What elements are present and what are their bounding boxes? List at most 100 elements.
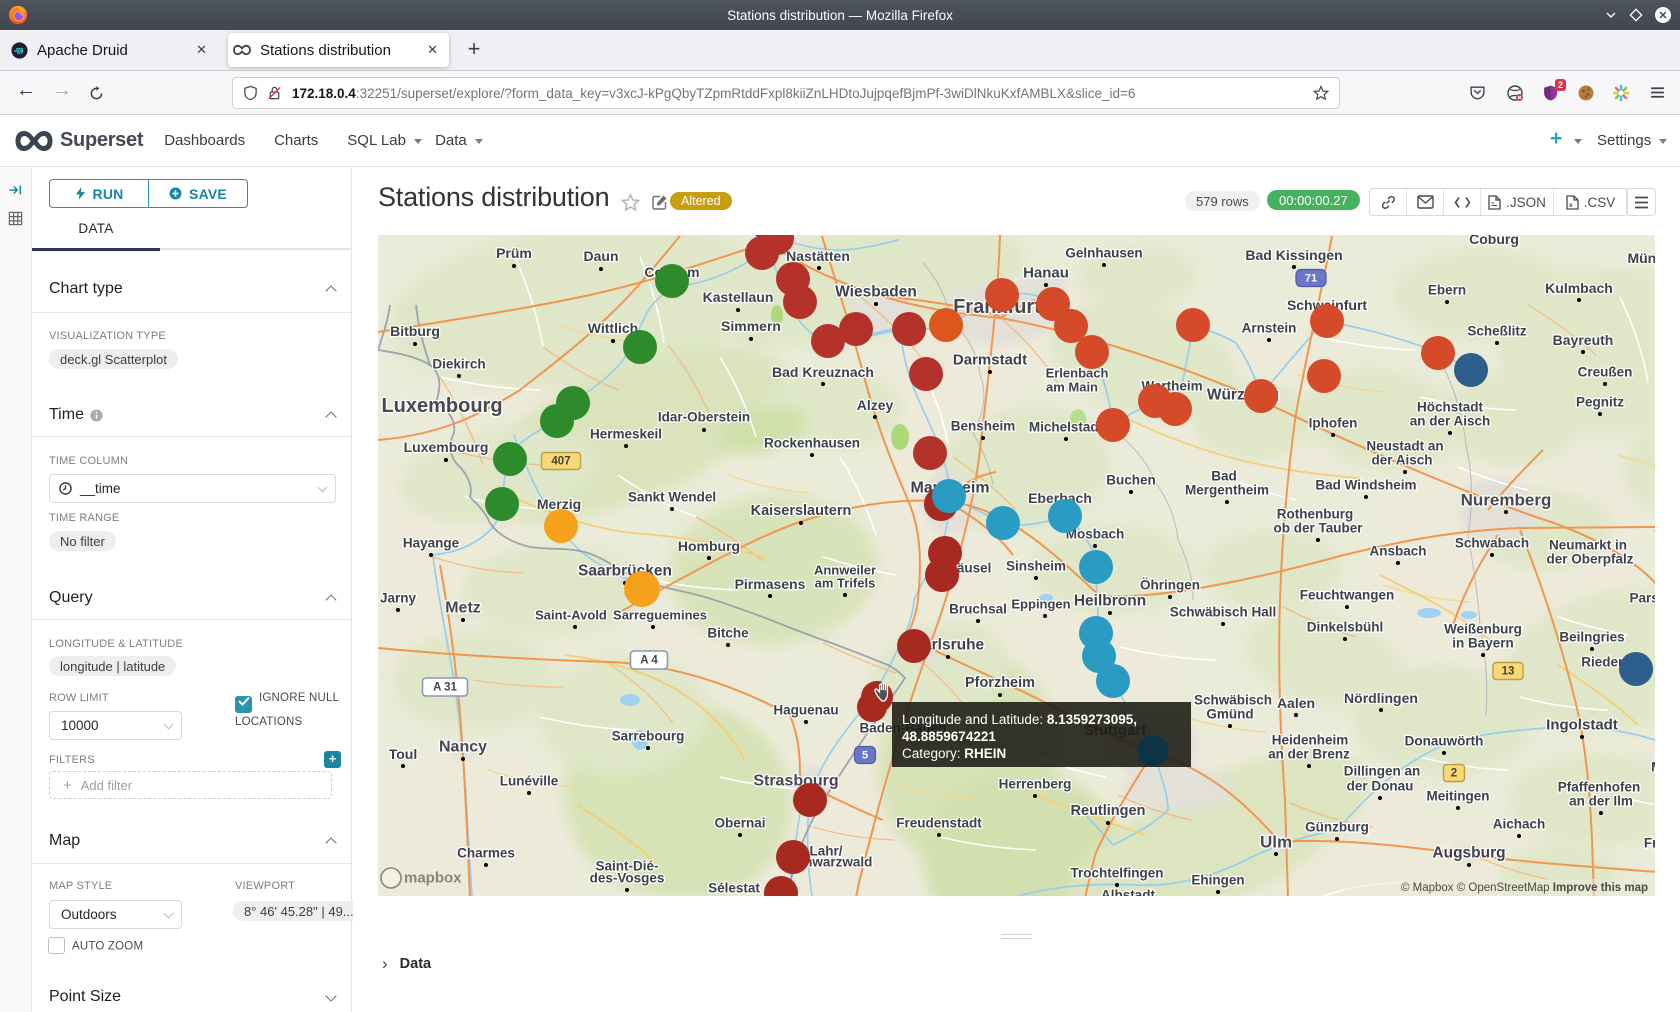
svg-text:Diekirch: Diekirch	[432, 357, 485, 372]
svg-text:Charmes: Charmes	[457, 846, 515, 861]
svg-text:Lunéville: Lunéville	[500, 774, 559, 789]
svg-text:Buchen: Buchen	[1106, 473, 1156, 488]
svg-text:Haguenau: Haguenau	[773, 703, 838, 718]
svg-text:an der Brenz: an der Brenz	[1268, 747, 1350, 762]
svg-text:A 31: A 31	[433, 682, 457, 694]
svg-text:der Donau: der Donau	[1347, 779, 1414, 794]
svg-text:Rockenhausen: Rockenhausen	[764, 436, 860, 451]
svg-text:Toul: Toul	[389, 746, 418, 762]
svg-text:Freis: Freis	[1644, 836, 1655, 851]
svg-text:Heilbronn: Heilbronn	[1074, 593, 1146, 610]
svg-text:Simmern: Simmern	[721, 318, 781, 334]
svg-text:Bruchsal: Bruchsal	[949, 602, 1007, 617]
svg-text:Obernai: Obernai	[714, 816, 765, 831]
svg-text:Jarny: Jarny	[380, 591, 417, 606]
svg-text:x: x	[1569, 202, 1573, 209]
svg-text:Kaiserslautern: Kaiserslautern	[751, 503, 852, 519]
svg-text:Dillingen an: Dillingen an	[1344, 764, 1421, 779]
svg-text:Sarreguemines: Sarreguemines	[613, 608, 707, 623]
svg-text:Nuremberg: Nuremberg	[1461, 491, 1552, 510]
svg-text:Parsbe: Parsbe	[1629, 591, 1655, 606]
svg-text:mapbox: mapbox	[404, 870, 462, 887]
svg-text:Sankt Wendel: Sankt Wendel	[628, 490, 716, 505]
svg-text:ob der Tauber: ob der Tauber	[1273, 521, 1363, 536]
svg-text:des-Vosges: des-Vosges	[590, 871, 665, 886]
svg-text:Hayange: Hayange	[403, 536, 460, 551]
svg-text:Longitude and Latitude: 8.1359: Longitude and Latitude: 8.1359273095,	[902, 712, 1137, 727]
svg-text:Bad Kissingen: Bad Kissingen	[1245, 247, 1342, 263]
svg-text:71: 71	[1305, 273, 1317, 285]
svg-text:Sinsheim: Sinsheim	[1006, 559, 1066, 574]
svg-text:Albstadt: Albstadt	[1101, 888, 1156, 897]
svg-text:Saint-Avold: Saint-Avold	[535, 608, 607, 623]
svg-text:5: 5	[862, 750, 868, 762]
svg-text:Aalen: Aalen	[1277, 695, 1315, 711]
svg-text:Luxembourg: Luxembourg	[404, 439, 489, 455]
svg-text:Schwabach: Schwabach	[1455, 536, 1529, 551]
svg-text:Aichach: Aichach	[1493, 817, 1546, 832]
svg-text:407: 407	[551, 456, 570, 468]
svg-text:Öhringen: Öhringen	[1140, 578, 1200, 593]
svg-text:Erlenbach: Erlenbach	[1046, 366, 1109, 381]
svg-text:Iphofen: Iphofen	[1309, 416, 1358, 431]
svg-text:Bad Windsheim: Bad Windsheim	[1315, 478, 1416, 493]
svg-text:Nördlingen: Nördlingen	[1344, 690, 1418, 706]
svg-text:Gelnhausen: Gelnhausen	[1065, 246, 1142, 261]
svg-text:Daun: Daun	[584, 248, 619, 264]
svg-text:Prüm: Prüm	[496, 245, 532, 261]
svg-text:Rothenburg: Rothenburg	[1277, 507, 1354, 522]
svg-text:Ingolstadt: Ingolstadt	[1546, 717, 1618, 734]
svg-text:2: 2	[1451, 768, 1457, 780]
svg-text:Bensheim: Bensheim	[951, 419, 1016, 434]
svg-text:Bitburg: Bitburg	[390, 323, 440, 339]
svg-text:Pirmasens: Pirmasens	[735, 576, 806, 592]
svg-text:Nancy: Nancy	[439, 739, 487, 756]
svg-text:Sélestat: Sélestat	[708, 881, 760, 896]
svg-text:an der Aisch: an der Aisch	[1410, 414, 1491, 429]
svg-text:am Trifels: am Trifels	[815, 576, 876, 591]
svg-text:Dinkelsbühl: Dinkelsbühl	[1307, 620, 1384, 635]
svg-text:A 4: A 4	[640, 655, 658, 667]
svg-text:Michelstadt: Michelstadt	[1029, 420, 1104, 435]
svg-text:Bad: Bad	[1211, 469, 1237, 484]
svg-text:an der Ilm: an der Ilm	[1569, 794, 1633, 809]
svg-text:Wiesbaden: Wiesbaden	[835, 284, 917, 301]
svg-text:Bitche: Bitche	[707, 626, 749, 641]
svg-text:Kastellaun: Kastellaun	[703, 289, 774, 305]
svg-text:Ehingen: Ehingen	[1191, 873, 1244, 888]
svg-text:Reutlingen: Reutlingen	[1071, 803, 1146, 819]
svg-text:Kulmbach: Kulmbach	[1545, 280, 1613, 296]
svg-text:13: 13	[1502, 666, 1515, 678]
svg-text:Beilngries: Beilngries	[1559, 630, 1624, 645]
svg-text:Neustadt an: Neustadt an	[1366, 439, 1443, 454]
svg-text:Heidenheim: Heidenheim	[1272, 733, 1349, 748]
svg-text:der Oberpfalz: der Oberpfalz	[1546, 552, 1633, 567]
svg-text:Idar-Oberstein: Idar-Oberstein	[658, 410, 750, 425]
svg-text:Augsburg: Augsburg	[1432, 845, 1505, 862]
svg-text:der Aisch: der Aisch	[1371, 453, 1432, 468]
svg-text:Weißenburg: Weißenburg	[1444, 622, 1522, 637]
svg-text:Schwäbisch Hall: Schwäbisch Hall	[1170, 605, 1277, 620]
svg-text:Coburg: Coburg	[1469, 235, 1519, 247]
svg-text:am Main: am Main	[1046, 380, 1098, 395]
svg-text:Günzburg: Günzburg	[1305, 820, 1369, 835]
svg-text:Feuchtwangen: Feuchtwangen	[1300, 588, 1395, 603]
svg-text:in Bayern: in Bayern	[1452, 636, 1514, 651]
svg-text:Eppingen: Eppingen	[1011, 597, 1070, 612]
svg-text:Bad Kreuznach: Bad Kreuznach	[772, 364, 874, 380]
svg-text:Trochtelfingen: Trochtelfingen	[1070, 866, 1163, 881]
svg-text:Ulm: Ulm	[1260, 833, 1292, 852]
svg-text:Herrenberg: Herrenberg	[999, 777, 1072, 792]
svg-text:Strasbourg: Strasbourg	[753, 773, 838, 790]
svg-text:Schwäbisch: Schwäbisch	[1194, 693, 1272, 708]
svg-text:Ansbach: Ansbach	[1369, 544, 1426, 559]
svg-text:Pforzheim: Pforzheim	[965, 675, 1035, 691]
svg-text:Mergentheim: Mergentheim	[1185, 483, 1269, 498]
svg-text:Sarrebourg: Sarrebourg	[612, 729, 685, 744]
svg-text:Freudenstadt: Freudenstadt	[896, 816, 982, 831]
svg-text:Nastätten: Nastätten	[786, 248, 850, 264]
svg-text:Pegnitz: Pegnitz	[1576, 395, 1624, 410]
svg-text:Arnstein: Arnstein	[1242, 321, 1297, 336]
svg-text:Ebern: Ebern	[1428, 283, 1466, 298]
svg-text:Alzey: Alzey	[857, 397, 894, 413]
